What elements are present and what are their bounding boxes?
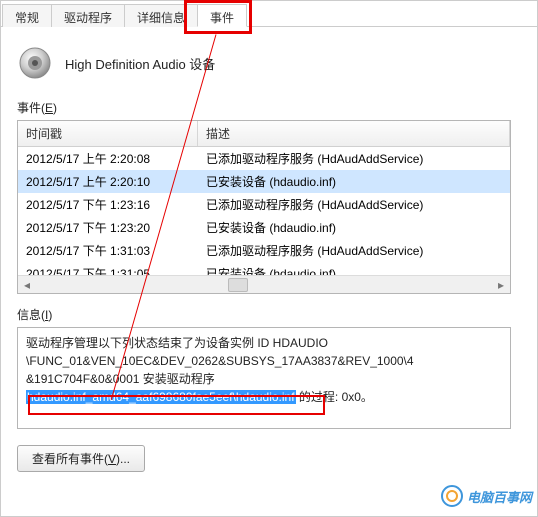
scroll-thumb[interactable]	[228, 278, 248, 292]
device-properties-window: 常规 驱动程序 详细信息 事件 High Definition Audio 设备…	[0, 0, 538, 517]
cell-description: 已安装设备 (hdaudio.inf)	[198, 264, 510, 275]
table-row[interactable]: 2012/5/17 下午 1:23:16已添加驱动程序服务 (HdAudAddS…	[18, 193, 510, 216]
table-row[interactable]: 2012/5/17 上午 2:20:10已安装设备 (hdaudio.inf)	[18, 170, 510, 193]
col-timestamp[interactable]: 时间戳	[18, 121, 198, 146]
scroll-track[interactable]	[36, 277, 492, 293]
info-line3-obscured: 191C704F&0&0001 安装驱动程序	[34, 372, 215, 386]
events-table-header: 时间戳 描述	[18, 121, 510, 147]
horizontal-scrollbar[interactable]: ◂ ▸	[18, 275, 510, 293]
cell-description: 已添加驱动程序服务 (HdAudAddService)	[198, 195, 510, 214]
tab-events[interactable]: 事件	[197, 4, 247, 27]
cell-timestamp: 2012/5/17 下午 1:23:20	[18, 218, 198, 237]
info-line2: \FUNC_01&VEN_10EC&DEV_0262&SUBSYS_17AA38…	[26, 354, 414, 368]
device-title: High Definition Audio 设备	[65, 54, 215, 73]
watermark: 电脑百事网	[441, 485, 532, 507]
col-description[interactable]: 描述	[198, 121, 510, 146]
cell-description: 已安装设备 (hdaudio.inf)	[198, 218, 510, 237]
device-header: High Definition Audio 设备	[17, 45, 521, 81]
cell-timestamp: 2012/5/17 上午 2:20:10	[18, 172, 198, 191]
info-line4-post: 的过程: 0x0。	[296, 390, 373, 404]
cell-description: 已添加驱动程序服务 (HdAudAddService)	[198, 149, 510, 168]
cell-timestamp: 2012/5/17 下午 1:31:05	[18, 264, 198, 275]
info-selected-path: hdaudio.inf_amd64_aaf698680fae5eef\hdaud…	[26, 390, 296, 404]
tab-content: High Definition Audio 设备 事件(E) 时间戳 描述 20…	[1, 27, 537, 484]
table-row[interactable]: 2012/5/17 上午 2:20:08已添加驱动程序服务 (HdAudAddS…	[18, 147, 510, 170]
cell-description: 已添加驱动程序服务 (HdAudAddService)	[198, 241, 510, 260]
speaker-icon	[17, 45, 53, 81]
tab-details[interactable]: 详细信息	[124, 4, 198, 27]
scroll-right-arrow[interactable]: ▸	[492, 277, 510, 293]
cell-timestamp: 2012/5/17 上午 2:20:08	[18, 149, 198, 168]
tab-driver[interactable]: 驱动程序	[51, 4, 125, 27]
info-line1: 驱动程序管理以下列状态结束了为设备实例 ID HDAUDIO	[26, 336, 328, 350]
events-label: 事件(E)	[17, 99, 521, 116]
table-row[interactable]: 2012/5/17 下午 1:23:20已安装设备 (hdaudio.inf)	[18, 216, 510, 239]
cell-description: 已安装设备 (hdaudio.inf)	[198, 172, 510, 191]
view-all-events-button[interactable]: 查看所有事件(V)...	[17, 445, 145, 472]
cell-timestamp: 2012/5/17 下午 1:31:03	[18, 241, 198, 260]
info-textarea[interactable]: 驱动程序管理以下列状态结束了为设备实例 ID HDAUDIO \FUNC_01&…	[17, 327, 511, 429]
watermark-text: 电脑百事网	[467, 487, 532, 506]
table-row[interactable]: 2012/5/17 下午 1:31:03已添加驱动程序服务 (HdAudAddS…	[18, 239, 510, 262]
info-line3-pre: &	[26, 372, 34, 386]
tab-bar: 常规 驱动程序 详细信息 事件	[1, 1, 537, 27]
watermark-icon	[441, 485, 463, 507]
table-row[interactable]: 2012/5/17 下午 1:31:05已安装设备 (hdaudio.inf)	[18, 262, 510, 275]
info-label: 信息(I)	[17, 306, 521, 323]
events-table: 时间戳 描述 2012/5/17 上午 2:20:08已添加驱动程序服务 (Hd…	[17, 120, 511, 294]
tab-general[interactable]: 常规	[2, 4, 52, 27]
cell-timestamp: 2012/5/17 下午 1:23:16	[18, 195, 198, 214]
scroll-left-arrow[interactable]: ◂	[18, 277, 36, 293]
events-table-body: 2012/5/17 上午 2:20:08已添加驱动程序服务 (HdAudAddS…	[18, 147, 510, 275]
